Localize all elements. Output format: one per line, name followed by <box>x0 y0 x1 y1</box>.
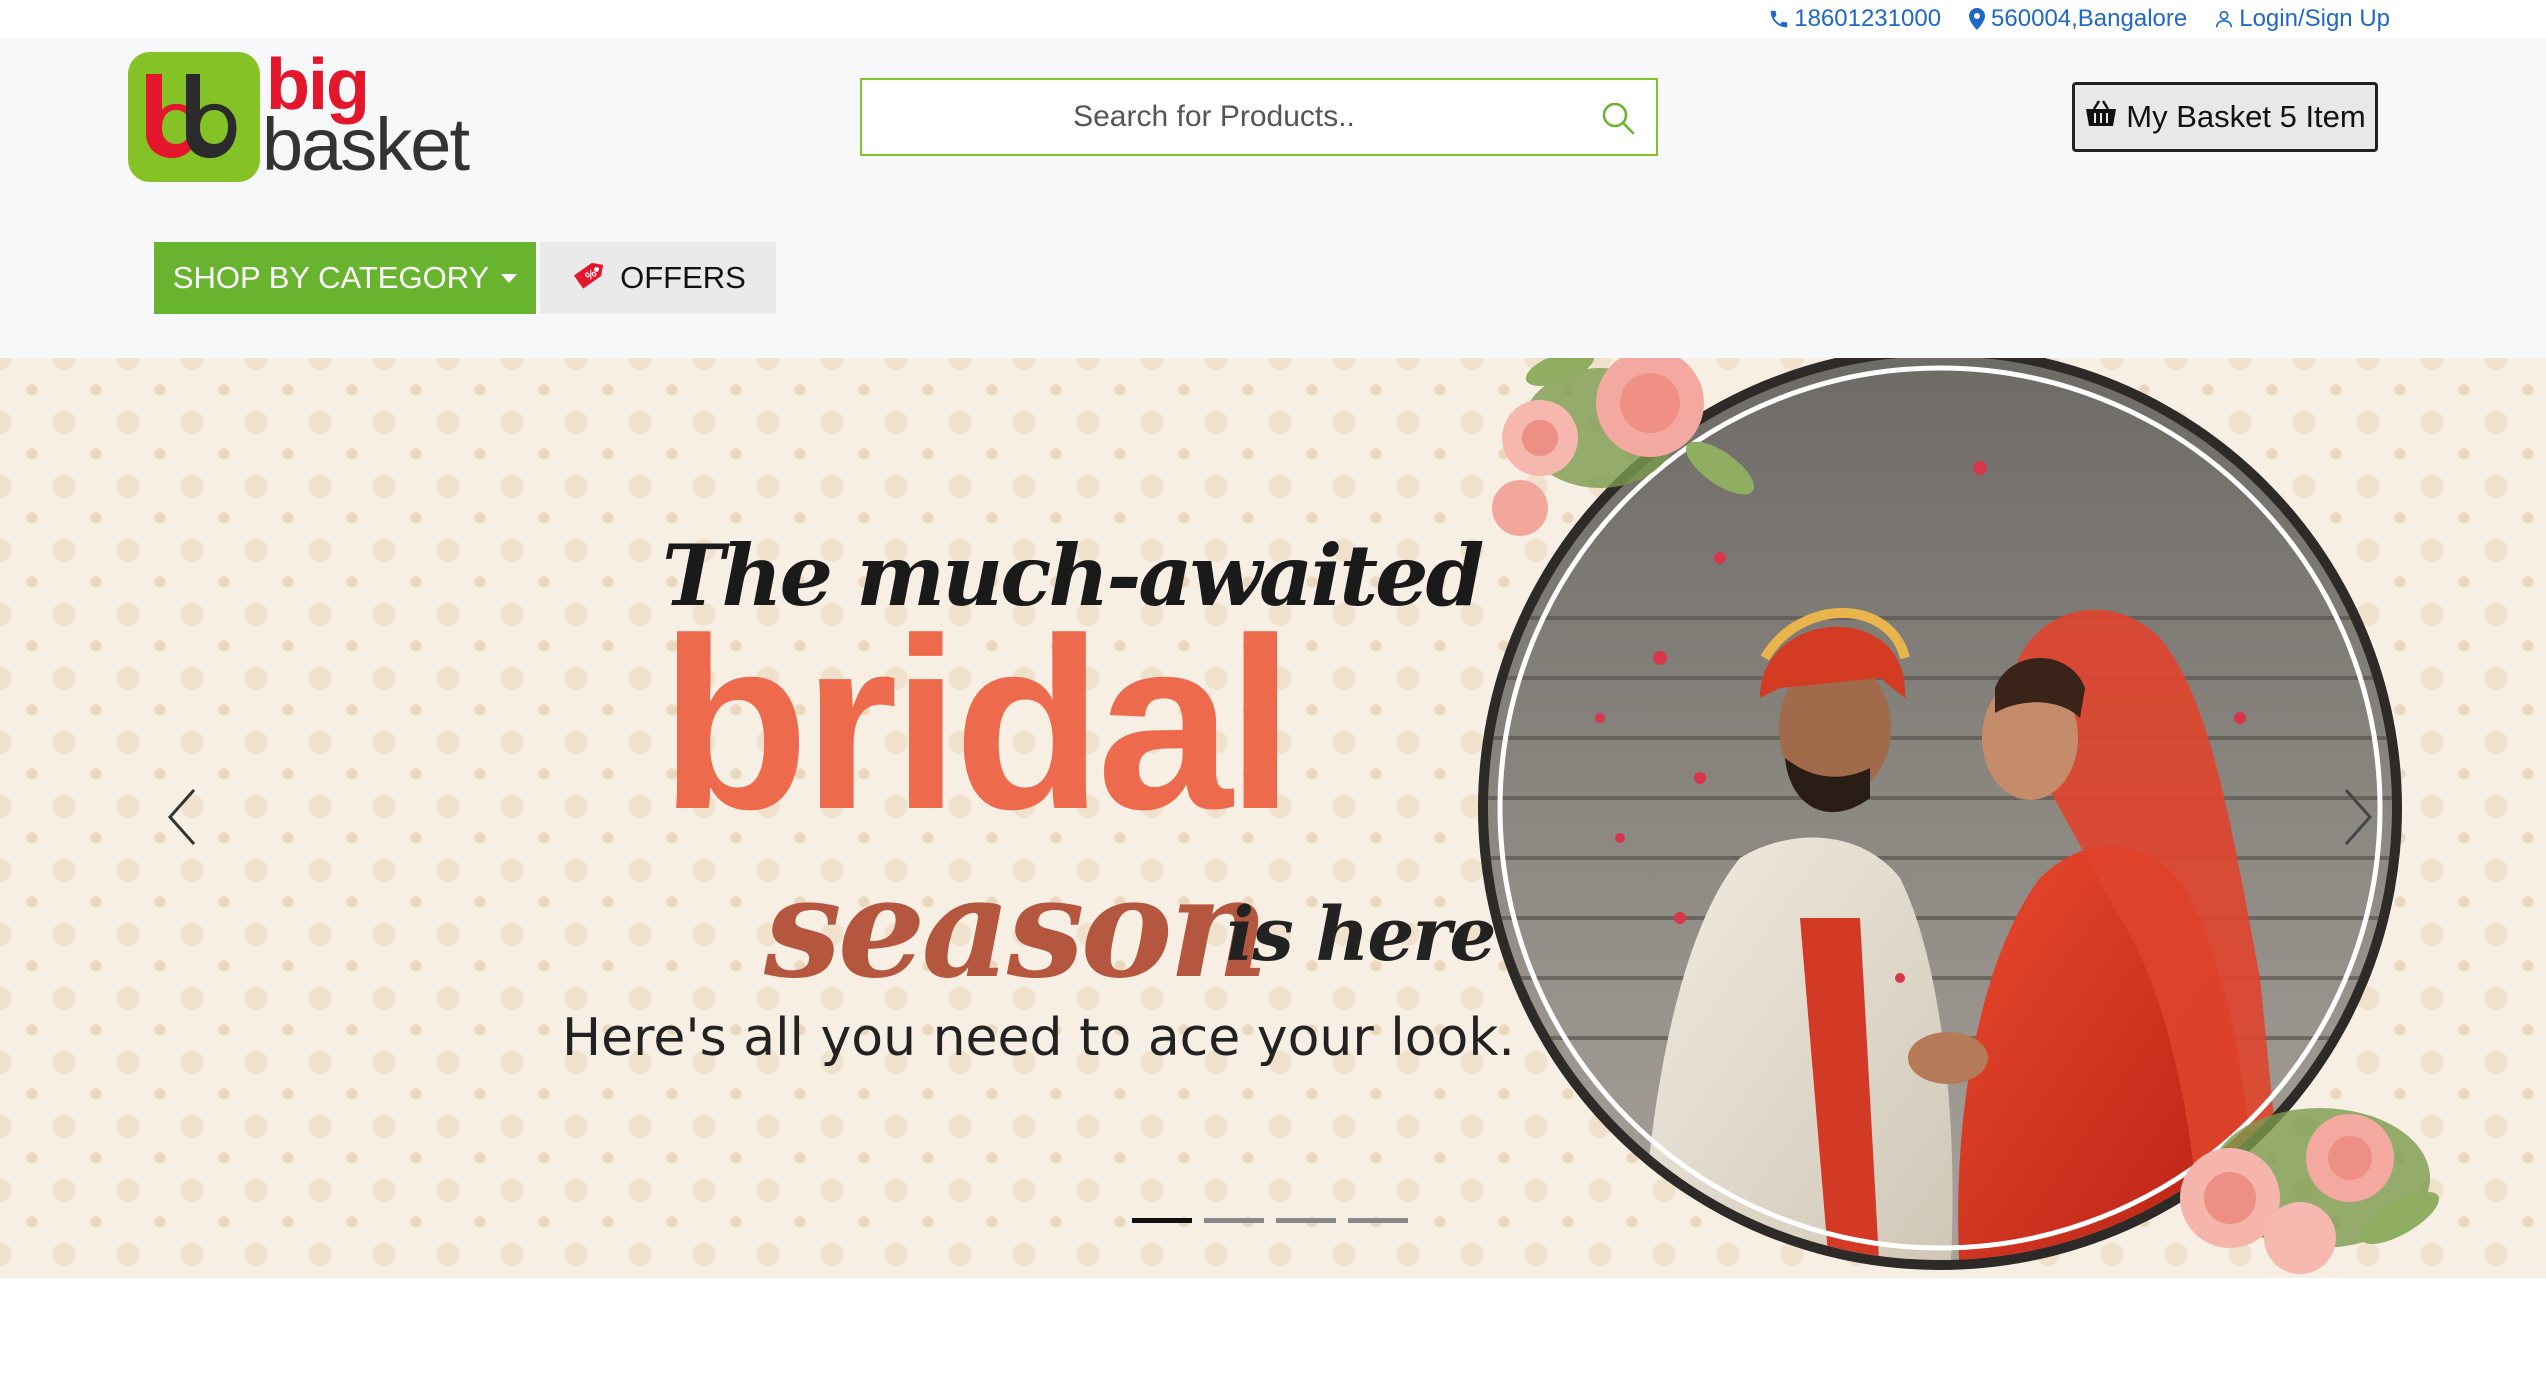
hero-banner[interactable]: The much-awaited bridal season is here H… <box>0 358 2546 1278</box>
top-links: 18601231000 560004,Bangalore Login/Sign … <box>1768 0 2390 38</box>
search-box <box>860 78 1658 156</box>
phone-number: 18601231000 <box>1794 5 1942 32</box>
basket-icon <box>2084 98 2118 136</box>
user-icon <box>2213 8 2235 30</box>
banner-heading-bridal: bridal <box>660 587 1294 860</box>
top-utility-bar: 18601231000 560004,Bangalore Login/Sign … <box>0 0 2546 38</box>
location-pin-icon <box>1967 7 1987 31</box>
basket-button[interactable]: My Basket 5 Item <box>2072 82 2378 152</box>
location-text: 560004,Bangalore <box>1991 5 2188 32</box>
header: big basket My Basket 5 Item SHOP BY CATE… <box>0 38 2546 358</box>
carousel-indicator[interactable] <box>1348 1218 1408 1223</box>
chevron-right-icon <box>2344 789 2373 845</box>
logo-badge <box>128 52 260 182</box>
offer-tag-icon: % <box>570 254 610 302</box>
carousel-next-button[interactable] <box>2328 782 2384 852</box>
carousel-indicator[interactable] <box>1276 1218 1336 1223</box>
banner-heading-is-here: is here <box>1226 892 1496 978</box>
logo-text-basket: basket <box>262 103 470 186</box>
category-label: SHOP BY CATEGORY <box>172 260 490 295</box>
login-text: Login/Sign Up <box>2239 5 2390 32</box>
basket-label: My Basket 5 Item <box>2126 99 2366 134</box>
shop-by-category-button[interactable]: SHOP BY CATEGORY <box>154 242 536 314</box>
phone-link[interactable]: 18601231000 <box>1768 5 1941 33</box>
search-icon[interactable] <box>1600 100 1636 141</box>
bigbasket-logo[interactable]: big basket <box>128 45 470 188</box>
carousel-indicator[interactable] <box>1132 1218 1192 1223</box>
login-link[interactable]: Login/Sign Up <box>2213 5 2390 33</box>
carousel-prev-button[interactable] <box>156 782 212 852</box>
phone-icon <box>1768 8 1790 30</box>
offers-label: OFFERS <box>620 260 746 295</box>
banner-heading-season: season <box>764 846 1269 1009</box>
carousel-indicator[interactable] <box>1204 1218 1264 1223</box>
caret-down-icon <box>501 273 518 283</box>
carousel-indicators <box>1132 1218 1408 1223</box>
search-input[interactable] <box>862 80 1656 154</box>
chevron-left-icon <box>167 789 196 845</box>
location-link[interactable]: 560004,Bangalore <box>1967 5 2187 33</box>
offers-button[interactable]: % OFFERS <box>540 242 776 314</box>
banner-subtext: Here's all you need to ace your look. <box>562 1008 1515 1068</box>
